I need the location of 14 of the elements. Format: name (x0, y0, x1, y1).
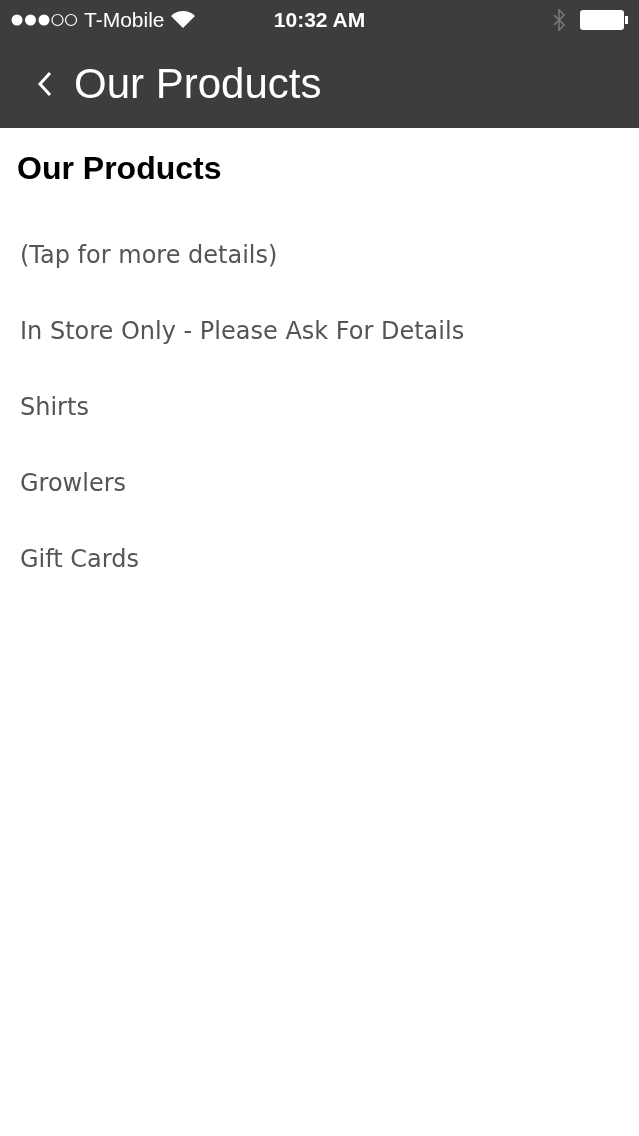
nav-title: Our Products (74, 60, 322, 108)
back-icon[interactable] (38, 71, 52, 97)
product-item[interactable]: Growlers (20, 468, 639, 498)
carrier-name: T-Mobile (84, 8, 165, 32)
wifi-icon (170, 11, 195, 29)
product-item[interactable]: In Store Only - Please Ask For Details (20, 316, 639, 346)
product-item[interactable]: Shirts (20, 392, 639, 422)
signal-icon (10, 13, 78, 27)
status-time: 10:32 AM (273, 8, 366, 32)
bluetooth-icon (553, 9, 565, 31)
battery-icon (579, 9, 629, 31)
product-item[interactable]: Gift Cards (20, 544, 639, 574)
product-item[interactable]: (Tap for more details) (20, 240, 639, 270)
page-heading: Our Products (17, 149, 223, 188)
